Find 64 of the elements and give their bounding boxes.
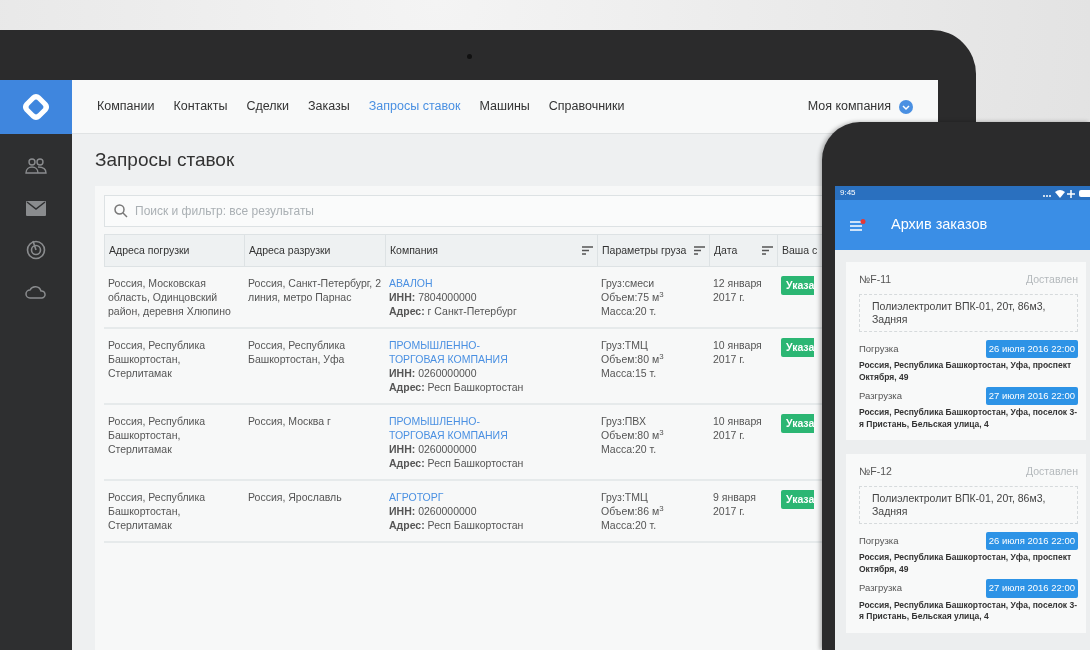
cargo-param: Масса:20 т. bbox=[601, 304, 658, 318]
page-title: Запросы ставок bbox=[94, 148, 236, 172]
stop-label: Разгрузка bbox=[859, 389, 902, 403]
order-status: Доставлен bbox=[1026, 464, 1078, 480]
stop-label: Погрузка bbox=[859, 534, 899, 548]
table-cell: Россия, Московская область, Одинцовский район, деревня Хлюпино bbox=[104, 267, 244, 329]
nav-link[interactable]: Контакты bbox=[173, 97, 228, 116]
cargo-param: Масса:20 т. bbox=[601, 518, 658, 532]
date-text: 10 января 2017 г. bbox=[713, 414, 763, 442]
cargo-param: Груз:ТМЦ bbox=[601, 338, 649, 352]
table-cell: Россия, Республика Башкортостан, Стерлитамак bbox=[104, 481, 244, 543]
order-number: №F-11 bbox=[859, 272, 892, 287]
company-inn: ИНН: 7804000000 bbox=[389, 290, 478, 304]
column-header[interactable]: Компания bbox=[385, 234, 597, 267]
column-header[interactable]: Адреса погрузки bbox=[104, 234, 244, 267]
date-badge: 27 июля 2016 22:00 bbox=[985, 579, 1078, 598]
company-address: Адрес: Респ Башкортостан bbox=[389, 380, 525, 394]
cargo-param: Груз:ТМЦ bbox=[601, 490, 649, 504]
table-cell: Россия, Республика Башкортостан, Стерлитамак bbox=[104, 329, 244, 405]
column-header[interactable]: Дата bbox=[709, 234, 777, 267]
stop-address: Россия, Республика Башкортостан, Уфа, поселок 3-я Пристань, Бельская улица, 4 bbox=[859, 407, 1078, 431]
table-cell: Россия, Республика Башкортостан, Уфа bbox=[244, 329, 385, 405]
table-cell: Россия, Москва г bbox=[244, 405, 385, 481]
column-header[interactable]: Адреса разрузки bbox=[244, 234, 385, 267]
order-number: №F-12 bbox=[859, 464, 892, 480]
nav-link[interactable]: Справочники bbox=[548, 97, 625, 116]
stop-address: Россия, Республика Башкортостан, Уфа, проспект Октября, 49 bbox=[859, 552, 1073, 576]
nav-link[interactable]: Заказы bbox=[308, 97, 350, 116]
date-text: 10 января 2017 г. bbox=[713, 338, 763, 366]
nav-link[interactable]: Машины bbox=[479, 97, 530, 116]
cargo-param: Масса:20 т. bbox=[601, 442, 658, 456]
cargo-param: Объем:80 м$^{3}$ bbox=[601, 428, 665, 442]
cargo-param: Масса:15 т. bbox=[601, 366, 658, 380]
order-status: Доставлен bbox=[1026, 272, 1078, 287]
nav-link[interactable]: Компании bbox=[97, 97, 155, 116]
date-badge: 26 июля 2016 22:00 bbox=[985, 532, 1078, 551]
cargo-param: Груз:смеси bbox=[601, 276, 656, 290]
date-badge: 26 июля 2016 22:00 bbox=[985, 339, 1078, 358]
cargo-param: Объем:86 м$^{3}$ bbox=[601, 504, 665, 518]
company-address: Адрес: Респ Башкортостан bbox=[389, 456, 525, 470]
stop-address: Россия, Республика Башкортостан, Уфа, проспект Октября, 49 bbox=[859, 360, 1073, 383]
date-text: 9 января 2017 г. bbox=[713, 490, 757, 518]
stop-label: Разгрузка bbox=[859, 581, 902, 596]
table-cell: Россия, Ярославль bbox=[244, 481, 385, 543]
nav-link[interactable]: Сделки bbox=[246, 97, 290, 116]
cargo-param: Объем:75 м$^{3}$ bbox=[601, 290, 665, 304]
cargo-description: Полиэлектролит ВПК-01, 20т, 86м3, Задняя bbox=[859, 486, 1078, 524]
company-inn: ИНН: 0260000000 bbox=[389, 366, 478, 380]
cargo-param: Объем:80 м$^{3}$ bbox=[601, 352, 665, 366]
company-address: Адрес: г Санкт-Петербург bbox=[389, 304, 518, 318]
table-cell: Россия, Санкт-Петербург, 2 линия, метро Парнас bbox=[244, 267, 385, 329]
company-inn: ИНН: 0260000000 bbox=[389, 504, 478, 518]
date-text: 12 января 2017 г. bbox=[713, 276, 763, 304]
column-header[interactable]: Параметры груза bbox=[597, 234, 709, 267]
company-inn: ИНН: 0260000000 bbox=[389, 442, 478, 456]
cargo-description: Полиэлектролит ВПК-01, 20т, 86м3, Задняя bbox=[859, 293, 1078, 332]
column-header: Ваша с bbox=[777, 234, 822, 267]
company-address: Адрес: Респ Башкортостан bbox=[389, 518, 525, 532]
stop-label: Погрузка bbox=[859, 341, 899, 356]
cargo-param: Груз:ПВХ bbox=[601, 414, 647, 428]
table-cell: Россия, Республика Башкортостан, Стерлитамак bbox=[104, 405, 244, 481]
account-menu[interactable]: Моя компания bbox=[807, 97, 913, 116]
stop-address: Россия, Республика Башкортостан, Уфа, поселок 3-я Пристань, Бельская улица, 4 bbox=[859, 599, 1078, 623]
date-badge: 27 июля 2016 22:00 bbox=[985, 387, 1078, 406]
